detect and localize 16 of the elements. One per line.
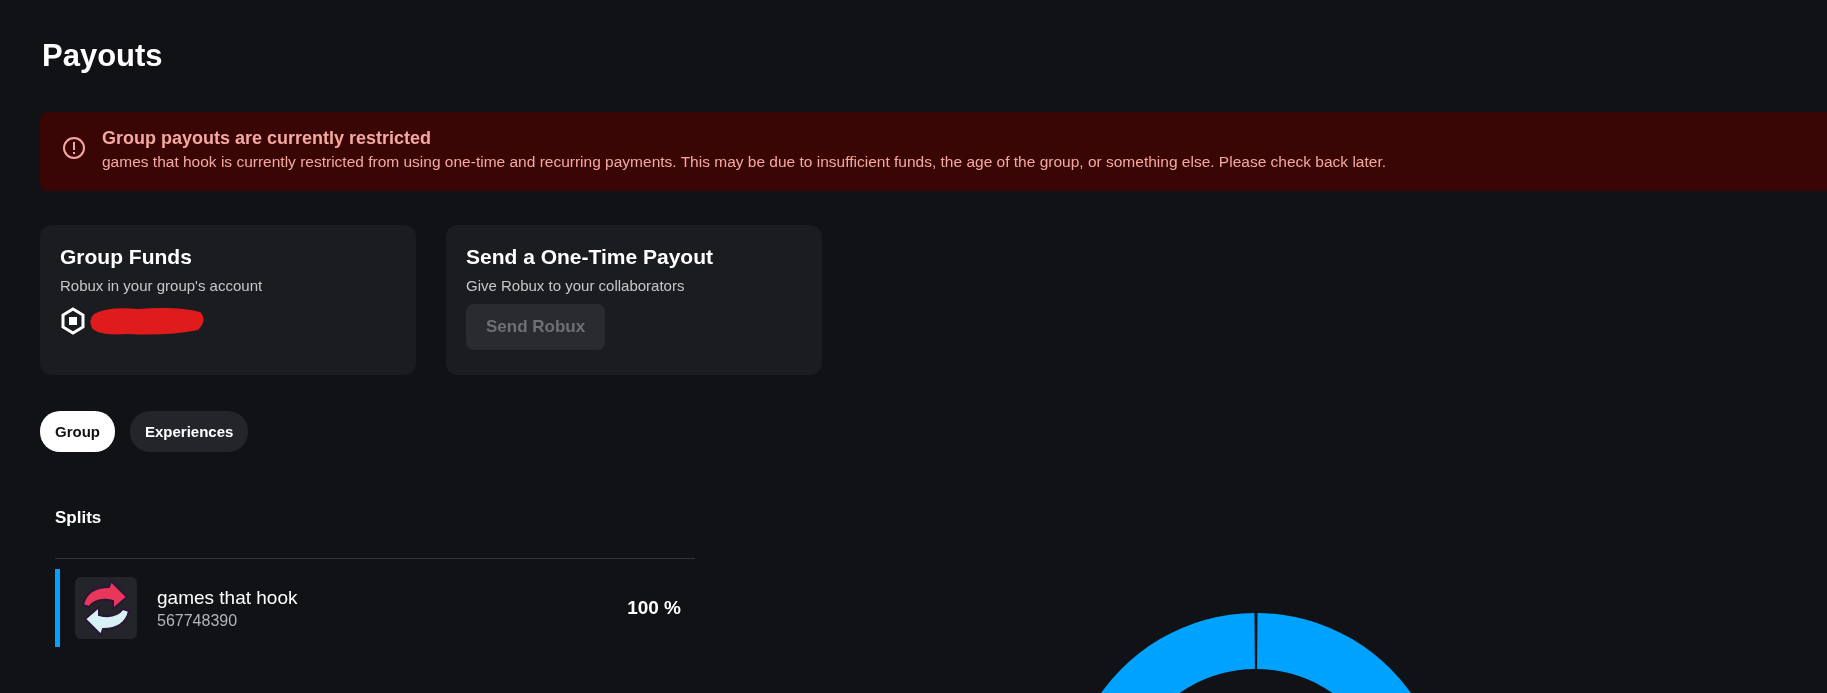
alert-title: Group payouts are currently restricted [102,128,433,150]
card-title: Group Funds [60,245,193,270]
card-title: Send a One-Time Payout [466,245,714,270]
split-percent: 100 % [627,597,681,620]
member-id: 567748390 [157,611,239,630]
warning-icon [62,136,86,161]
member-name: games that hook [157,586,299,609]
robux-icon [60,307,86,336]
group-logo-icon [75,577,137,640]
section-title: Splits [55,508,102,529]
tab[interactable]: Group [40,411,115,453]
card-subtitle: Give Robux to your collaborators [466,277,686,295]
tab[interactable]: Experiences [130,411,249,453]
card-subtitle: Robux in your group's account [60,277,264,295]
alert-message: games that hook is currently restricted from using one-time and recurring payments. This may be due to insufficient funds, the age of the group, or something else. Please check back later. [102,153,1387,172]
page-title: Payouts [42,37,163,75]
